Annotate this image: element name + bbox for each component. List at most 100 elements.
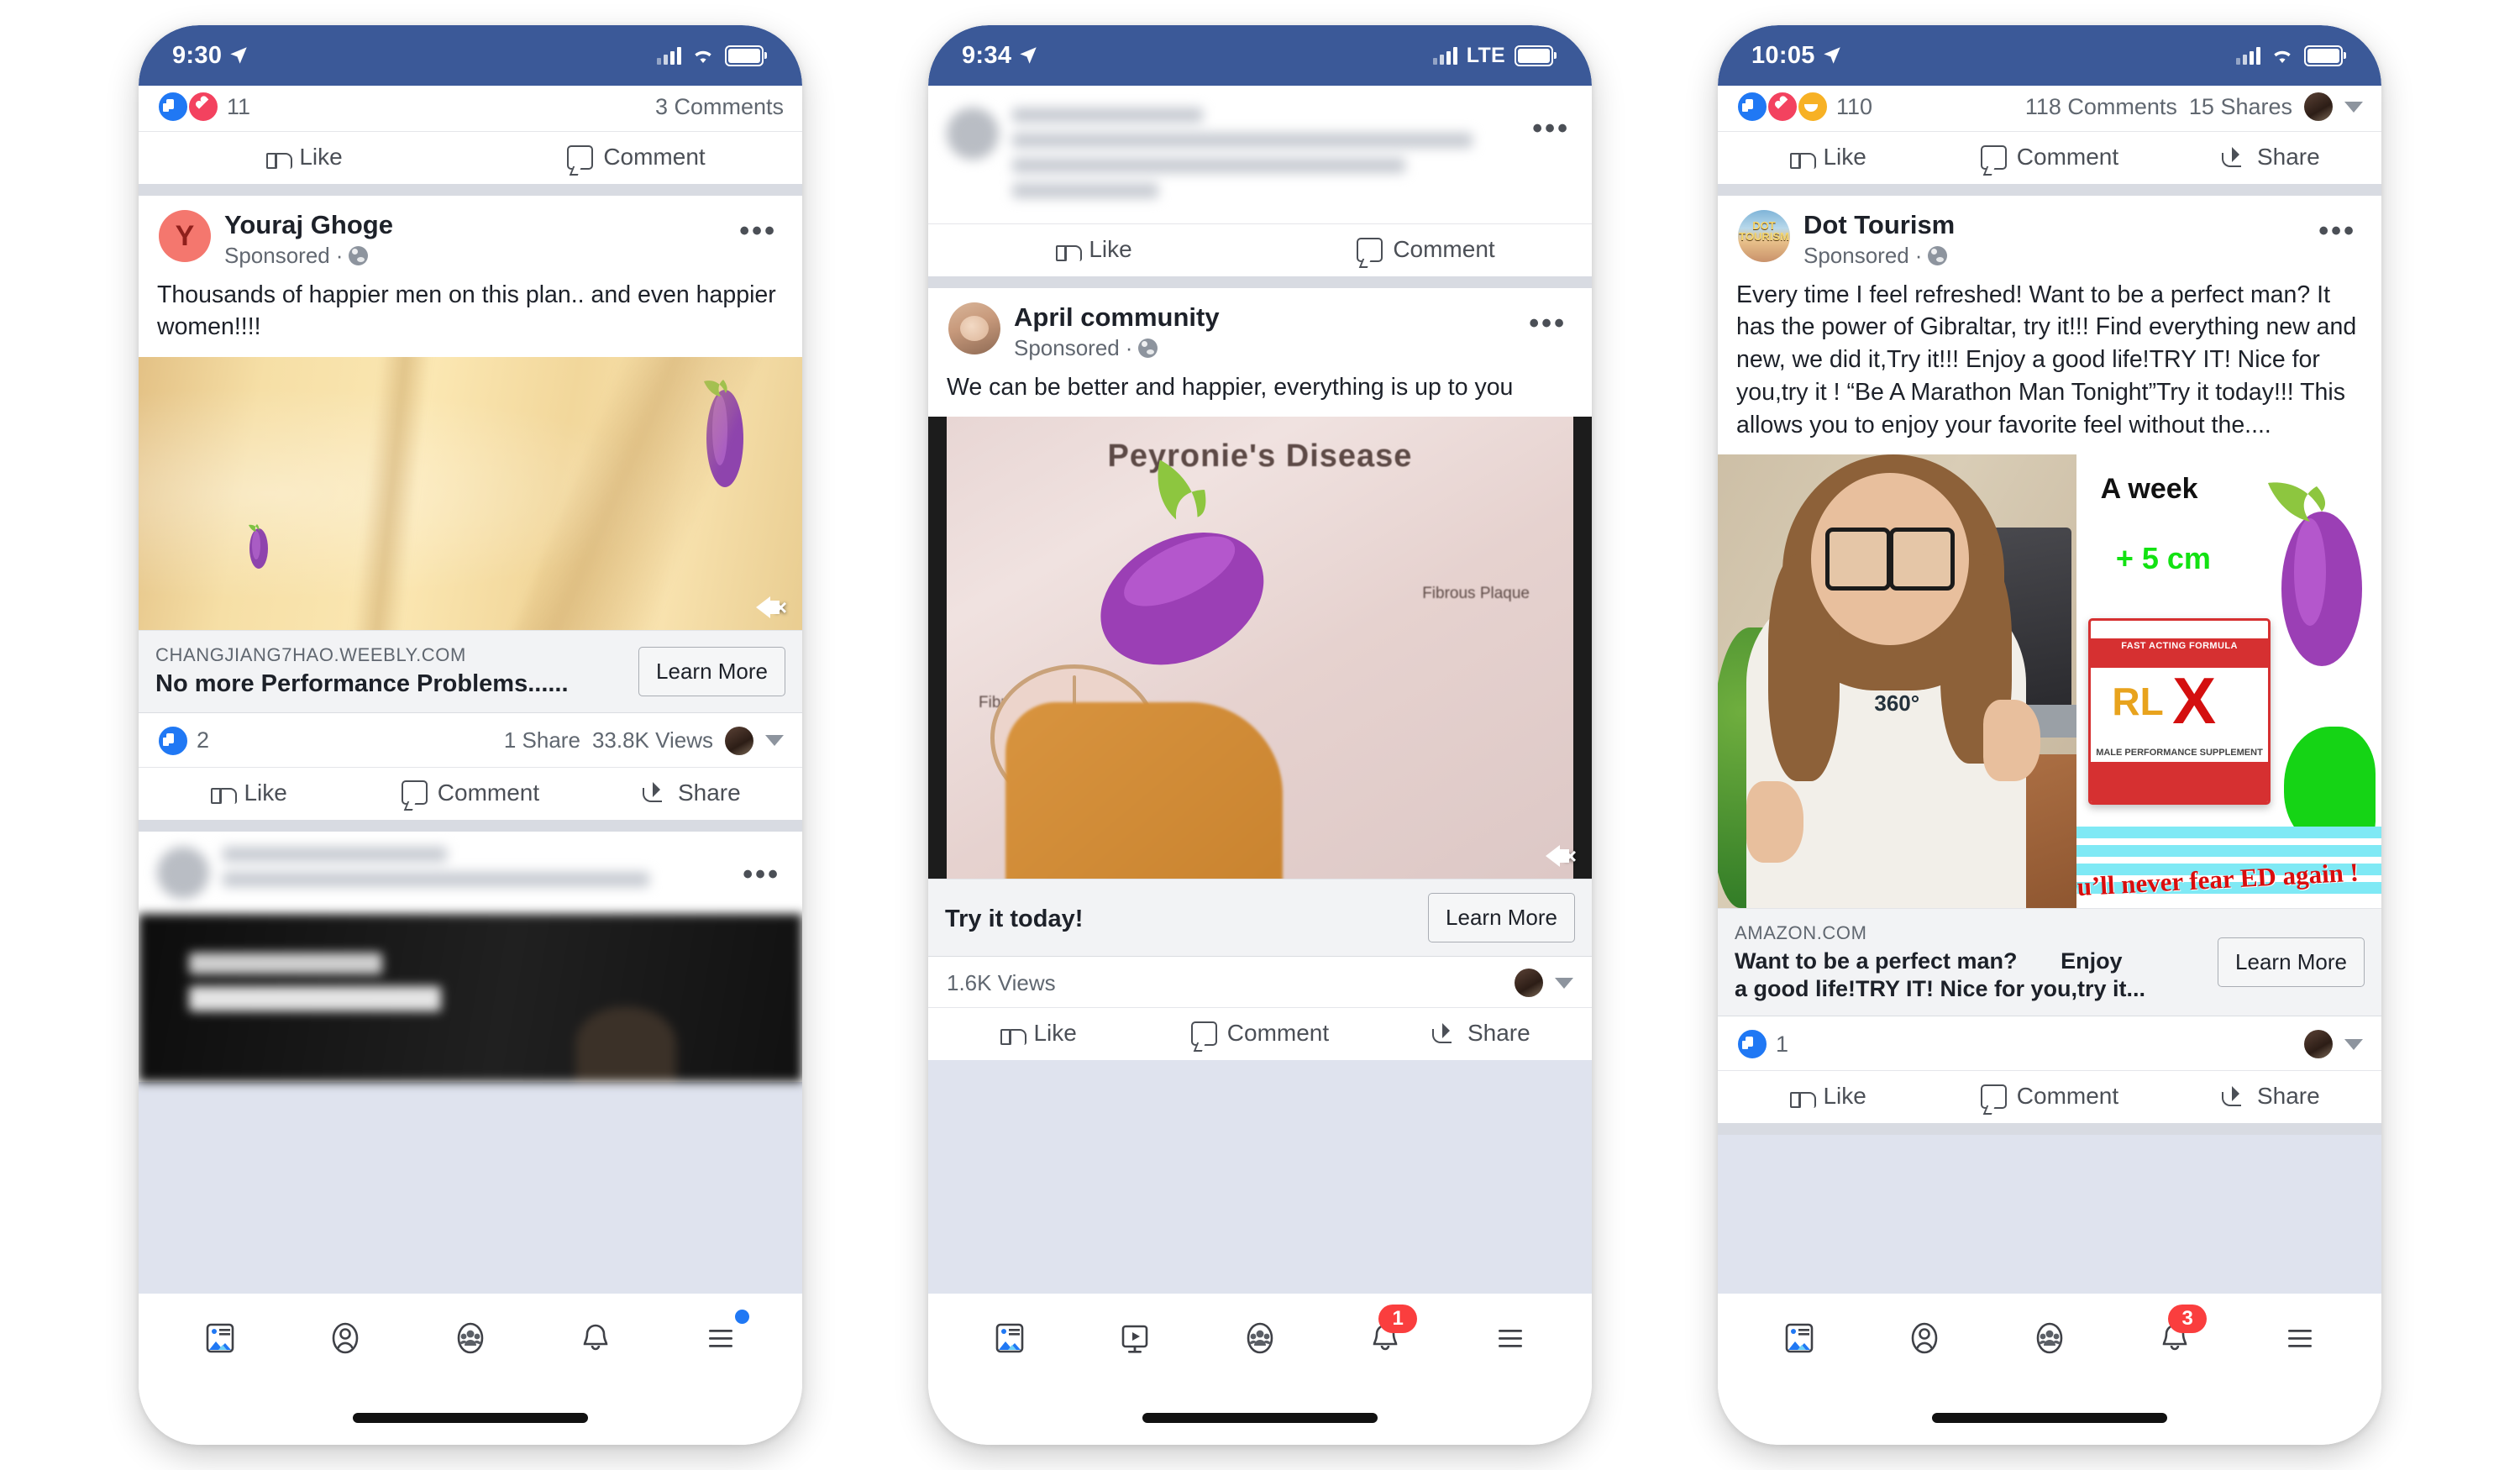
post-subtitle: Sponsored · bbox=[1014, 335, 1519, 361]
reaction-icons bbox=[1736, 1028, 1768, 1061]
post-header-2: April community Sponsored · ••• bbox=[928, 288, 1592, 366]
comment-button[interactable]: Comment bbox=[360, 780, 580, 806]
post-subtitle: Sponsored · bbox=[1803, 243, 2308, 269]
reaction-icons bbox=[1736, 91, 1829, 123]
avatar[interactable] bbox=[1515, 969, 1543, 998]
comment-button[interactable]: Comment bbox=[1260, 236, 1592, 263]
comment-button[interactable]: Comment bbox=[1939, 144, 2160, 171]
nav-menu[interactable] bbox=[2273, 1311, 2327, 1365]
comment-count: 118 Comments bbox=[2024, 93, 2177, 119]
nav-groups[interactable] bbox=[2023, 1311, 2076, 1365]
status-time: 9:30 bbox=[172, 41, 223, 69]
comment-label: Comment bbox=[2016, 1083, 2119, 1110]
nav-profile[interactable] bbox=[318, 1311, 372, 1365]
feed-divider bbox=[139, 184, 802, 196]
action-row-2: Like Comment Share bbox=[928, 1007, 1592, 1060]
post-author-name[interactable]: Dot Tourism bbox=[1803, 210, 2308, 240]
post-text: Thousands of happier men on this plan.. … bbox=[157, 281, 776, 341]
avatar[interactable] bbox=[2304, 92, 2333, 121]
share-button[interactable]: Share bbox=[2160, 144, 2381, 171]
share-button[interactable]: Share bbox=[1371, 1020, 1592, 1047]
nav-notifications[interactable]: 3 bbox=[2148, 1305, 2208, 1365]
comment-button[interactable]: Comment bbox=[1939, 1083, 2160, 1110]
learn-more-button[interactable]: Learn More bbox=[1428, 893, 1575, 943]
nav-row: 3 bbox=[1718, 1305, 2381, 1369]
learn-more-button[interactable]: Learn More bbox=[2218, 937, 2365, 988]
sponsored-label: Sponsored bbox=[1803, 242, 1909, 268]
hand bbox=[1005, 702, 1283, 879]
feed-3: 110 118 Comments 15 Shares Like Comment … bbox=[1718, 86, 2381, 1294]
post-author-name[interactable]: April community bbox=[1014, 302, 1519, 333]
nav-news-feed[interactable] bbox=[193, 1311, 247, 1365]
like-button[interactable]: Like bbox=[1718, 1083, 1939, 1110]
partial-post-top-2: ••• Like Comment bbox=[928, 86, 1592, 276]
counts-right: 1 Share 33.8K Views bbox=[504, 726, 784, 755]
link-title: No more Performance Problems...... bbox=[155, 670, 569, 698]
feed-divider bbox=[928, 276, 1592, 288]
comment-button[interactable]: Comment bbox=[1149, 1020, 1370, 1047]
nav-profile[interactable] bbox=[1898, 1311, 1951, 1365]
phone-3: 10:05 110 118 Comments 15 Shares Like Co… bbox=[1718, 25, 2381, 1445]
chevron-down-icon[interactable] bbox=[2344, 1038, 2363, 1050]
post-menu-button[interactable]: ••• bbox=[2308, 210, 2361, 245]
post-menu-button[interactable]: ••• bbox=[1519, 302, 1572, 338]
avatar[interactable] bbox=[725, 726, 753, 755]
nav-news-feed[interactable] bbox=[1772, 1311, 1826, 1365]
chevron-down-icon[interactable] bbox=[1555, 977, 1573, 989]
nav-notifications[interactable] bbox=[569, 1311, 622, 1365]
nav-watch[interactable] bbox=[1108, 1311, 1162, 1365]
chevron-down-icon[interactable] bbox=[2344, 101, 2363, 113]
like-button[interactable]: Like bbox=[1718, 144, 1939, 171]
post-media-image[interactable]: × bbox=[139, 357, 802, 631]
partial-post-top-3: 110 118 Comments 15 Shares Like Comment … bbox=[1718, 86, 2381, 184]
mute-toggle[interactable]: × bbox=[755, 596, 787, 619]
avatar[interactable] bbox=[948, 302, 1000, 354]
post-author-name[interactable]: Youraj Ghoge bbox=[224, 210, 729, 240]
post-media-image[interactable]: 360° A week + 5 cm FAST ACTING FORMULA R… bbox=[1718, 454, 2381, 909]
signal-icon bbox=[657, 46, 681, 65]
nav-news-feed[interactable] bbox=[983, 1311, 1037, 1365]
share-button[interactable]: Share bbox=[581, 780, 802, 806]
mute-toggle[interactable]: × bbox=[1545, 845, 1577, 868]
avatar[interactable]: Y bbox=[159, 210, 211, 262]
link-domain: AMAZON.COM bbox=[1735, 922, 1867, 944]
link-preview-1[interactable]: CHANGJIANG7HAO.WEEBLY.COM No more Perfor… bbox=[139, 630, 802, 713]
blurred-text-lines bbox=[1012, 108, 1573, 208]
notification-badge: 3 bbox=[2168, 1305, 2208, 1333]
menu-badge-dot bbox=[735, 1310, 750, 1324]
like-button[interactable]: Like bbox=[139, 144, 470, 171]
learn-more-button[interactable]: Learn More bbox=[638, 647, 785, 697]
post-header-1: Y Youraj Ghoge Sponsored · ••• bbox=[139, 196, 802, 274]
ad-headline: A week bbox=[2100, 472, 2198, 505]
like-button[interactable]: Like bbox=[139, 780, 360, 806]
avatar[interactable]: DOT TOURISM bbox=[1738, 210, 1790, 262]
link-preview-2[interactable]: Try it today! Learn More bbox=[928, 879, 1592, 958]
post-menu-button[interactable]: ••• bbox=[743, 858, 780, 891]
share-button[interactable]: Share bbox=[2160, 1083, 2381, 1110]
comment-button[interactable]: Comment bbox=[470, 144, 802, 171]
post-text: Every time I feel refreshed! Want to be … bbox=[1736, 281, 2357, 438]
link-preview-3[interactable]: AMAZON.COM Want to be a perfect man? Enj… bbox=[1718, 908, 2381, 1017]
home-indicator bbox=[353, 1413, 588, 1423]
sponsored-label: Sponsored bbox=[224, 242, 330, 268]
nav-groups[interactable] bbox=[444, 1311, 497, 1365]
nav-menu[interactable] bbox=[694, 1310, 750, 1365]
post-media-video[interactable]: Peyronie's Disease Fibrous Plaque Fibrou… bbox=[928, 417, 1592, 879]
post-menu-button[interactable]: ••• bbox=[729, 210, 782, 245]
nav-menu[interactable] bbox=[1483, 1311, 1537, 1365]
comment-label: Comment bbox=[2016, 144, 2119, 170]
chevron-down-icon[interactable] bbox=[765, 735, 784, 747]
blurred-media bbox=[139, 913, 802, 1082]
post-menu-button[interactable]: ••• bbox=[1532, 113, 1570, 145]
avatar[interactable] bbox=[2304, 1030, 2333, 1059]
nav-notifications[interactable]: 1 bbox=[1358, 1305, 1418, 1365]
phone-1: 9:30 11 3 Comments Like Comment Y Youraj… bbox=[139, 25, 802, 1445]
wifi-icon bbox=[2274, 50, 2291, 63]
like-button[interactable]: Like bbox=[928, 1020, 1149, 1047]
link-title-line1b: Enjoy bbox=[2061, 948, 2123, 974]
reaction-count: 11 bbox=[227, 93, 251, 119]
like-button[interactable]: Like bbox=[928, 236, 1260, 263]
nav-groups[interactable] bbox=[1233, 1311, 1287, 1365]
sponsored-post-2: April community Sponsored · ••• We can b… bbox=[928, 288, 1592, 1061]
action-row-1: Like Comment Share bbox=[139, 766, 802, 820]
